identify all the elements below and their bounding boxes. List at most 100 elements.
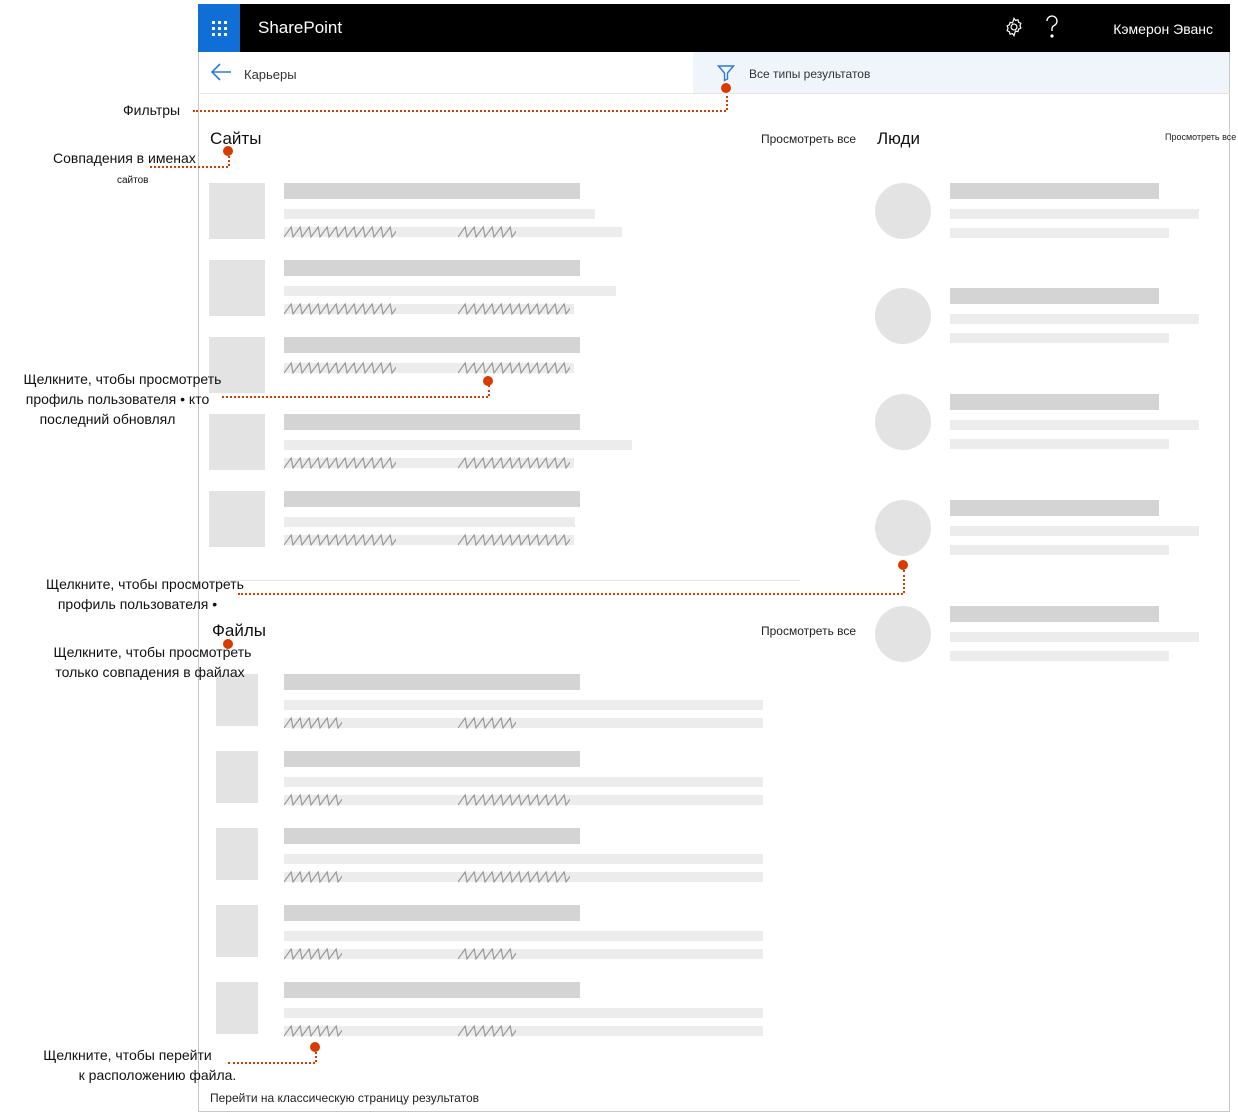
site-title-placeholder	[284, 260, 580, 276]
app-launcher-button[interactable]	[198, 4, 240, 52]
annotation-profile-updated: Щелкните, чтобы просмотреть	[23, 371, 222, 387]
annotation-marker	[898, 560, 908, 570]
sites-view-all-link[interactable]: Просмотреть все	[761, 132, 856, 146]
section-divider	[210, 580, 800, 581]
person-avatar	[875, 394, 931, 450]
annotation-site-names-2: сайтов	[117, 175, 149, 186]
breadcrumb[interactable]: Карьеры	[244, 67, 297, 82]
annotation-marker	[721, 83, 731, 93]
site-thumbnail	[209, 491, 265, 547]
annotation-leader	[150, 166, 228, 168]
file-path-placeholder	[284, 854, 763, 864]
annotation-leader	[238, 593, 903, 595]
annotation-profile-2: профиль пользователя •	[57, 596, 218, 612]
person-avatar	[875, 183, 931, 239]
person-dept-placeholder	[950, 228, 1169, 238]
app-name[interactable]: SharePoint	[258, 18, 342, 38]
person-title-placeholder	[950, 420, 1199, 430]
redacted-text-squiggle	[284, 717, 342, 729]
site-title-placeholder	[284, 337, 580, 353]
file-path-placeholder	[284, 700, 763, 710]
annotation-leader	[228, 156, 230, 166]
redacted-text-squiggle	[284, 794, 342, 806]
command-bar: Карьеры Все типы результатов	[198, 52, 1230, 94]
file-thumbnail	[216, 751, 258, 803]
annotation-leader	[315, 1052, 317, 1062]
redacted-text-squiggle	[284, 871, 342, 883]
annotation-leader	[193, 110, 726, 112]
annotation-site-names: Совпадения в именах	[53, 150, 196, 166]
user-name[interactable]: Кэмерон Эванс	[1113, 21, 1213, 37]
site-url-placeholder	[284, 440, 632, 450]
person-title-placeholder	[950, 209, 1199, 219]
person-name-placeholder	[950, 183, 1159, 199]
annotation-marker	[223, 146, 233, 156]
file-meta-placeholder	[284, 949, 763, 959]
redacted-text-squiggle	[458, 534, 570, 546]
site-title-placeholder	[284, 414, 580, 430]
site-title-placeholder	[284, 491, 580, 507]
annotation-leader	[903, 570, 905, 593]
annotation-leader	[726, 96, 728, 110]
files-heading: Файлы	[212, 621, 267, 640]
annotation-profile-updated-3: последний обновлял	[39, 411, 176, 427]
help-icon[interactable]	[1044, 14, 1060, 45]
redacted-text-squiggle	[284, 457, 396, 469]
annotation-files-only-2: только совпадения в файлах	[55, 664, 245, 680]
annotation-leader	[488, 385, 490, 396]
person-title-placeholder	[950, 314, 1199, 324]
file-thumbnail	[216, 905, 258, 957]
redacted-text-squiggle	[458, 717, 516, 729]
person-title-placeholder	[950, 526, 1199, 536]
site-url-placeholder	[284, 209, 595, 219]
file-meta-placeholder	[284, 1026, 763, 1036]
file-path-placeholder	[284, 1008, 763, 1018]
site-url-placeholder	[284, 286, 616, 296]
annotation-marker	[310, 1042, 320, 1052]
redacted-text-squiggle	[458, 226, 516, 238]
gear-icon[interactable]	[1003, 16, 1025, 43]
back-arrow-icon[interactable]	[210, 62, 232, 87]
file-title-placeholder	[284, 674, 580, 690]
page-frame	[198, 4, 1230, 1112]
person-avatar	[875, 500, 931, 556]
filter-label: Все типы результатов	[749, 67, 871, 81]
person-name-placeholder	[950, 500, 1159, 516]
annotation-file-location: Щелкните, чтобы перейти	[43, 1047, 212, 1063]
people-heading: Люди	[877, 129, 920, 148]
people-view-all-link[interactable]: Просмотреть все	[1165, 132, 1236, 142]
redacted-text-squiggle	[284, 362, 396, 374]
person-title-placeholder	[950, 632, 1199, 642]
file-title-placeholder	[284, 828, 580, 844]
redacted-text-squiggle	[458, 871, 570, 883]
annotation-filters: Фильтры	[123, 102, 181, 118]
site-thumbnail	[209, 414, 265, 470]
annotation-marker	[223, 639, 233, 649]
file-title-placeholder	[284, 982, 580, 998]
classic-results-link[interactable]: Перейти на классическую страницу результ…	[210, 1091, 479, 1105]
annotation-file-location-2: к расположению файла.	[78, 1067, 237, 1083]
person-name-placeholder	[950, 606, 1159, 622]
person-dept-placeholder	[950, 545, 1169, 555]
redacted-text-squiggle	[458, 457, 570, 469]
file-path-placeholder	[284, 931, 763, 941]
results-filter[interactable]: Все типы результатов	[693, 52, 1229, 93]
file-path-placeholder	[284, 777, 763, 787]
redacted-text-squiggle	[284, 534, 396, 546]
person-name-placeholder	[950, 394, 1159, 410]
redacted-text-squiggle	[458, 1025, 516, 1037]
redacted-text-squiggle	[284, 303, 396, 315]
redacted-text-squiggle	[458, 362, 570, 374]
redacted-text-squiggle	[284, 1025, 342, 1037]
waffle-icon	[211, 20, 227, 36]
files-view-all-link[interactable]: Просмотреть все	[761, 624, 856, 638]
person-dept-placeholder	[950, 651, 1169, 661]
file-meta-placeholder	[284, 718, 763, 728]
site-thumbnail	[209, 183, 265, 239]
sites-heading: Сайты	[210, 129, 262, 148]
redacted-text-squiggle	[458, 303, 570, 315]
person-avatar	[875, 606, 931, 662]
person-dept-placeholder	[950, 333, 1169, 343]
annotation-marker	[483, 376, 493, 386]
redacted-text-squiggle	[284, 948, 342, 960]
